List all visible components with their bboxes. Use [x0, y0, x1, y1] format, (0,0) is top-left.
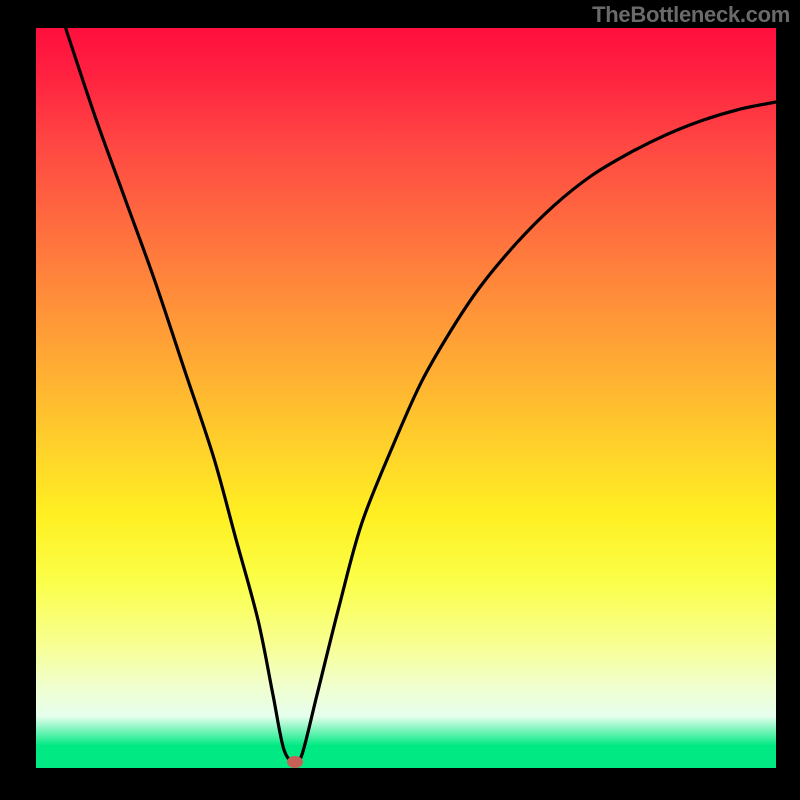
bottleneck-curve — [36, 28, 776, 768]
chart-frame: TheBottleneck.com — [0, 0, 800, 800]
watermark-text: TheBottleneck.com — [592, 2, 790, 28]
minimum-marker — [287, 756, 303, 768]
gradient-plot-area — [36, 28, 776, 768]
